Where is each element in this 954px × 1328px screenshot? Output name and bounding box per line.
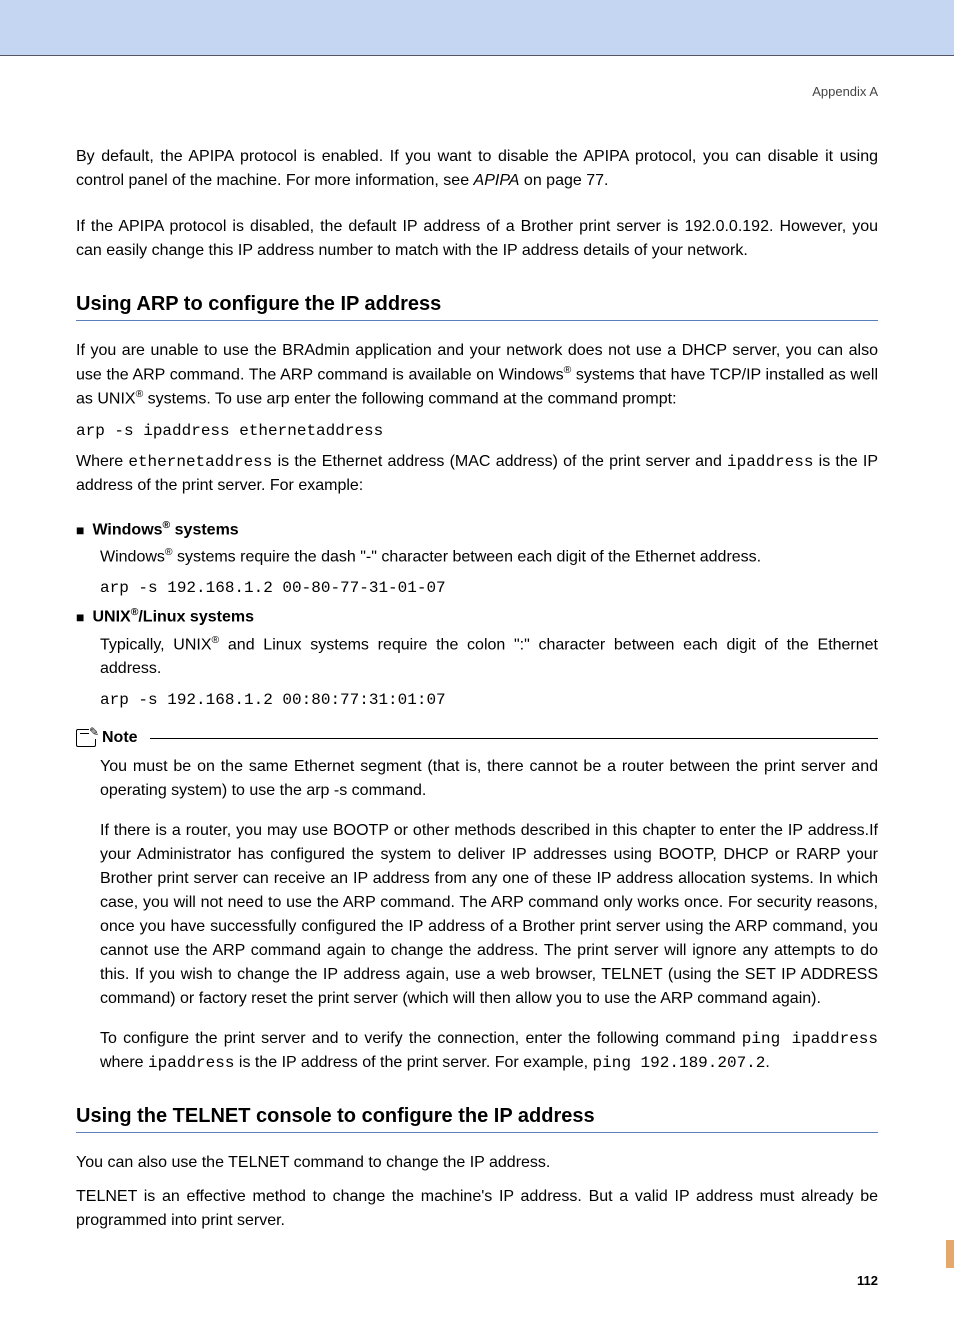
code-ipaddress: ipaddress xyxy=(148,1054,234,1072)
text: systems xyxy=(170,521,239,538)
text: systems. To use arp enter the following … xyxy=(143,391,676,408)
text: To configure the print server and to ver… xyxy=(100,1030,742,1047)
text: Typically, UNIX xyxy=(100,636,212,653)
text: . xyxy=(765,1054,769,1071)
section-rule xyxy=(76,320,878,321)
telnet-paragraph-1: You can also use the TELNET command to c… xyxy=(76,1151,878,1175)
note-paragraph-1: You must be on the same Ethernet segment… xyxy=(100,755,878,803)
page-number: 112 xyxy=(76,1273,878,1288)
top-bar xyxy=(0,0,954,56)
telnet-paragraph-2: TELNET is an effective method to change … xyxy=(76,1185,878,1233)
note-paragraph-3: To configure the print server and to ver… xyxy=(100,1027,878,1075)
note-body: You must be on the same Ethernet segment… xyxy=(76,755,878,1075)
note-icon xyxy=(76,729,96,747)
section-rule xyxy=(76,1132,878,1133)
unix-paragraph: Typically, UNIX® and Linux systems requi… xyxy=(100,633,878,681)
text: /Linux systems xyxy=(138,609,254,626)
code-ipaddress: ipaddress xyxy=(727,453,813,471)
text: Windows xyxy=(92,521,162,538)
appendix-label: Appendix A xyxy=(76,84,878,99)
text: systems require the dash "-" character b… xyxy=(173,548,762,565)
intro-paragraph-1: By default, the APIPA protocol is enable… xyxy=(76,145,878,193)
apipa-ref: APIPA xyxy=(474,172,520,189)
note-rule xyxy=(150,738,878,739)
note-header: Note xyxy=(76,729,878,747)
arp-heading: Using ARP to configure the IP address xyxy=(76,293,878,316)
unix-arp-command: arp -s 192.168.1.2 00:80:77:31:01:07 xyxy=(100,691,878,709)
code-ping-ipaddress: ping ipaddress xyxy=(742,1030,878,1048)
note-title: Note xyxy=(102,729,138,747)
intro-paragraph-2: If the APIPA protocol is disabled, the d… xyxy=(76,215,878,263)
text: on page 77. xyxy=(519,172,608,189)
windows-label: Windows® systems xyxy=(92,520,238,539)
text: is the IP address of the print server. F… xyxy=(234,1054,592,1071)
code-ping-sample: ping 192.189.207.2 xyxy=(593,1054,766,1072)
windows-block: Windows® systems require the dash "-" ch… xyxy=(76,545,878,597)
text: is the Ethernet address (MAC address) of… xyxy=(272,453,727,470)
arp-paragraph-1: If you are unable to use the BRAdmin app… xyxy=(76,339,878,412)
telnet-heading: Using the TELNET console to configure th… xyxy=(76,1105,878,1128)
unix-label: UNIX®/Linux systems xyxy=(92,607,254,626)
square-bullet-icon: ■ xyxy=(76,522,84,538)
registered-icon: ® xyxy=(165,547,173,558)
unix-block: Typically, UNIX® and Linux systems requi… xyxy=(76,633,878,709)
arp-paragraph-2: Where ethernetaddress is the Ethernet ad… xyxy=(76,450,878,498)
text: Windows xyxy=(100,548,165,565)
text: UNIX xyxy=(92,609,130,626)
square-bullet-icon: ■ xyxy=(76,609,84,625)
code-ethernetaddress: ethernetaddress xyxy=(128,453,272,471)
text: Where xyxy=(76,453,128,470)
arp-command-generic: arp -s ipaddress ethernetaddress xyxy=(76,422,878,440)
windows-paragraph: Windows® systems require the dash "-" ch… xyxy=(100,545,878,569)
windows-bullet: ■ Windows® systems xyxy=(76,520,878,539)
side-tab xyxy=(946,1240,954,1268)
windows-arp-command: arp -s 192.168.1.2 00-80-77-31-01-07 xyxy=(100,579,878,597)
note-paragraph-2: If there is a router, you may use BOOTP … xyxy=(100,819,878,1011)
page-content: Appendix A By default, the APIPA protoco… xyxy=(0,56,954,1328)
unix-bullet: ■ UNIX®/Linux systems xyxy=(76,607,878,626)
text: where xyxy=(100,1054,148,1071)
